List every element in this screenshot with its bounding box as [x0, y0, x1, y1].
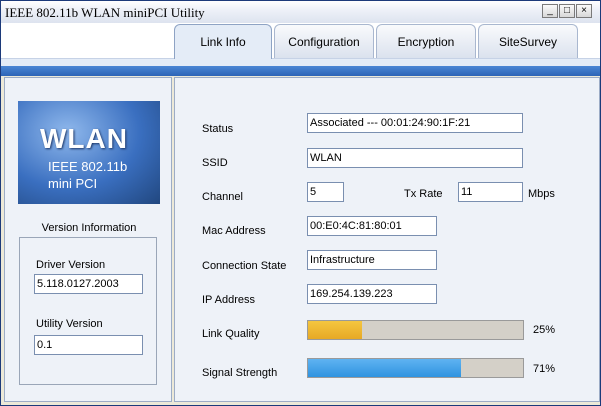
close-button[interactable]: ×	[576, 4, 592, 18]
tx-rate-label: Tx Rate	[404, 188, 443, 200]
driver-version-label: Driver Version	[36, 259, 106, 271]
connection-state-label: Connection State	[202, 260, 287, 272]
utility-version-field: 0.1	[34, 335, 143, 355]
maximize-button[interactable]: □	[559, 4, 575, 18]
ssid-field: WLAN	[307, 148, 523, 168]
link-info-panel: Status Associated --- 00:01:24:90:1F:21 …	[174, 77, 600, 402]
link-quality-label: Link Quality	[202, 328, 260, 340]
logo-brand: WLAN	[40, 123, 128, 154]
version-info-box: Driver Version 5.118.0127.2003 Utility V…	[19, 237, 157, 385]
signal-strength-percent: 71%	[533, 363, 556, 375]
tab-configuration[interactable]: Configuration	[274, 24, 374, 58]
channel-label: Channel	[202, 191, 243, 203]
logo-line-1: IEEE 802.11b	[48, 159, 128, 174]
tx-rate-unit: Mbps	[528, 188, 555, 200]
driver-version-field: 5.118.0127.2003	[34, 274, 143, 294]
link-quality-bar	[307, 320, 524, 340]
link-quality-fill	[308, 321, 362, 339]
ip-address-label: IP Address	[202, 294, 255, 306]
tx-rate-field: 11	[458, 182, 523, 202]
title-bar[interactable]: IEEE 802.11b WLAN miniPCI Utility _ □ ×	[1, 1, 600, 24]
logo-line-2: mini PCI	[48, 176, 98, 191]
info-sidebar: WLAN IEEE 802.11b mini PCI Version Infor…	[4, 77, 172, 402]
link-quality-percent: 25%	[533, 324, 556, 336]
channel-field: 5	[307, 182, 344, 202]
utility-window: IEEE 802.11b WLAN miniPCI Utility _ □ × …	[0, 0, 601, 406]
utility-version-label: Utility Version	[36, 318, 103, 330]
signal-strength-label: Signal Strength	[202, 367, 278, 379]
tab-sitesurvey[interactable]: SiteSurvey	[478, 24, 578, 58]
window-title: IEEE 802.11b WLAN miniPCI Utility	[5, 5, 205, 20]
status-field: Associated --- 00:01:24:90:1F:21	[307, 113, 523, 133]
mac-address-label: Mac Address	[202, 225, 266, 237]
ip-address-field: 169.254.139.223	[307, 284, 437, 304]
tab-link-info[interactable]: Link Info	[174, 24, 272, 59]
signal-strength-bar	[307, 358, 524, 378]
ssid-label: SSID	[202, 157, 228, 169]
mac-address-field: 00:E0:4C:81:80:01	[307, 216, 437, 236]
version-info-title: Version Information	[41, 222, 137, 234]
header-divider	[1, 66, 600, 76]
tab-encryption[interactable]: Encryption	[376, 24, 476, 58]
minimize-button[interactable]: _	[542, 4, 558, 18]
connection-state-field: Infrastructure	[307, 250, 437, 270]
wlan-logo: WLAN IEEE 802.11b mini PCI	[18, 101, 160, 204]
signal-strength-fill	[308, 359, 461, 377]
status-label: Status	[202, 123, 234, 135]
